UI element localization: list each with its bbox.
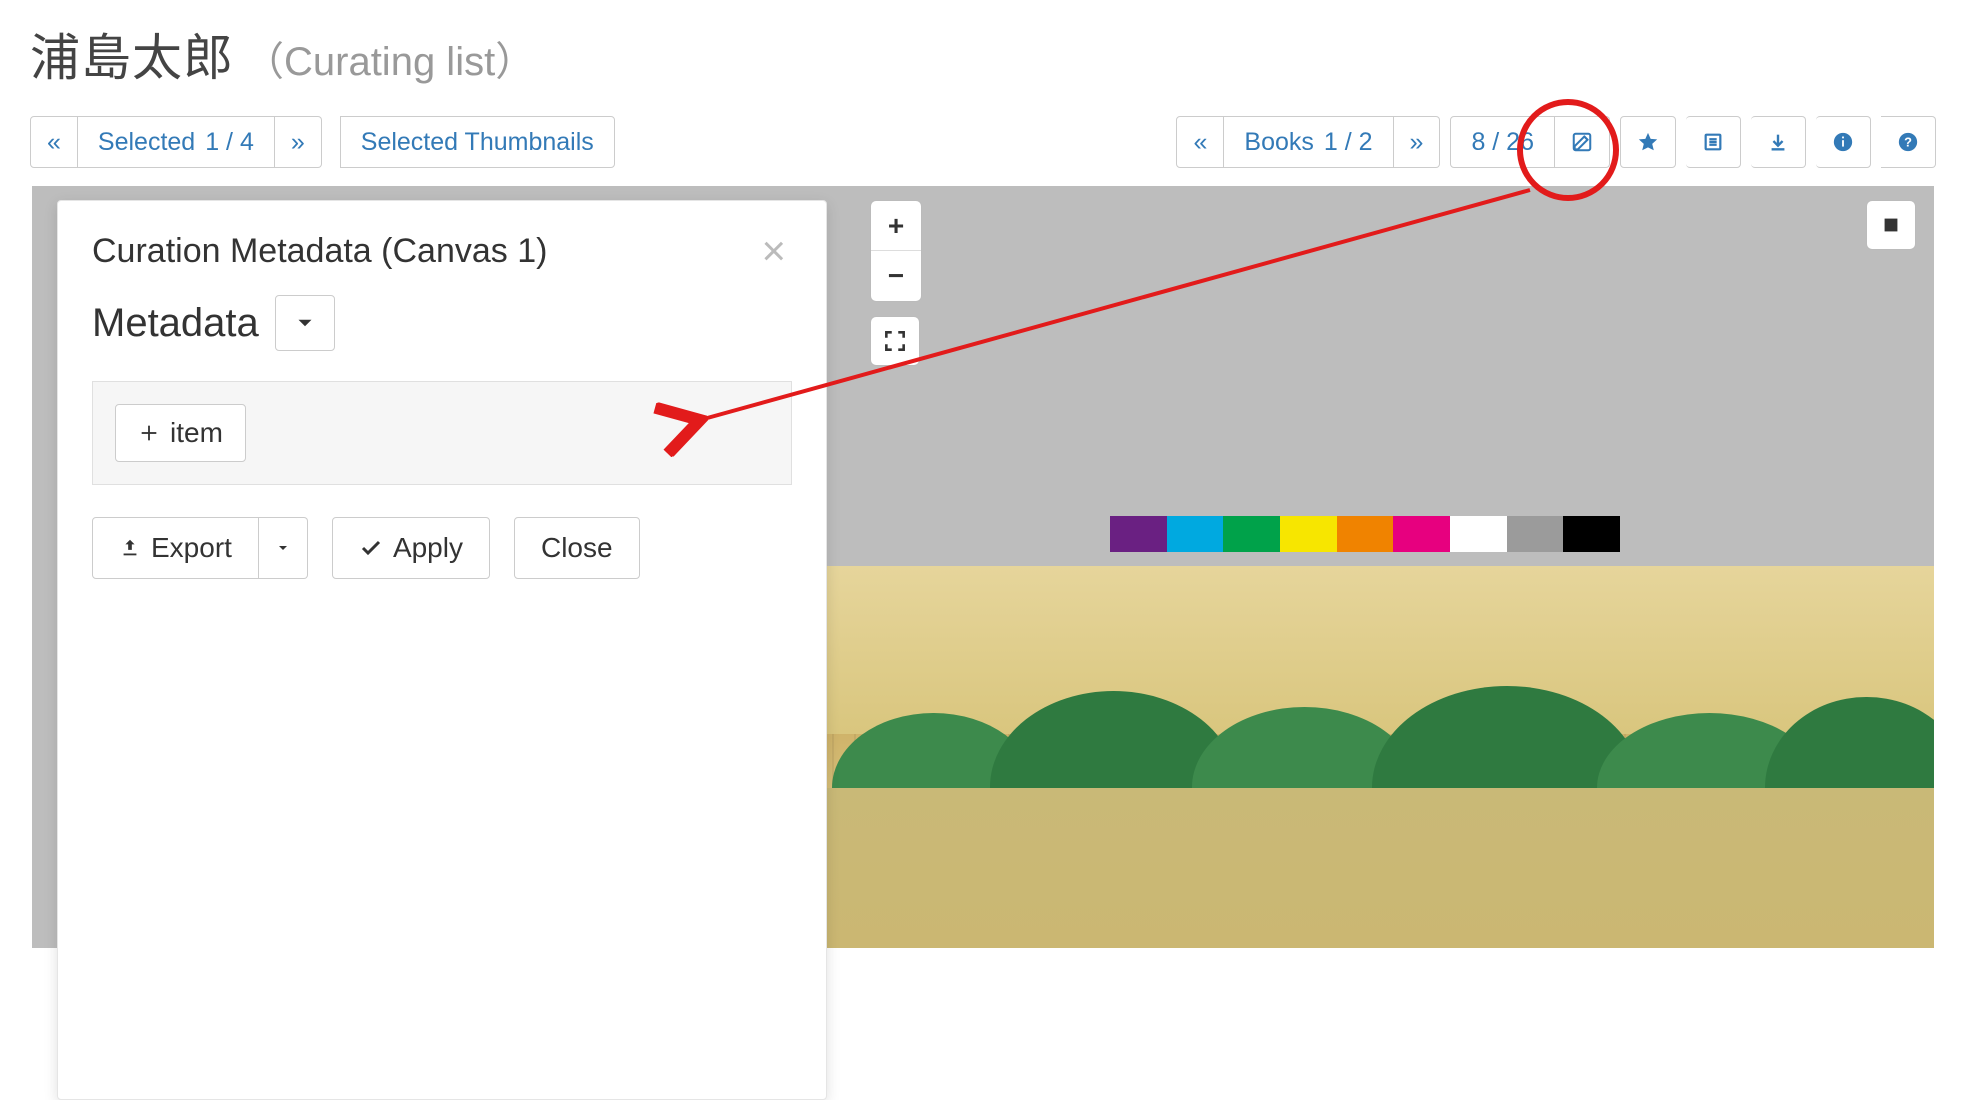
download-icon: [1767, 131, 1789, 153]
apply-label: Apply: [393, 532, 463, 564]
close-label: Close: [541, 532, 613, 564]
stop-button[interactable]: [1866, 200, 1916, 250]
edit-icon: [1571, 131, 1593, 153]
toolbar-left: « Selected 1 / 4 » Selected Thumbnails: [30, 116, 615, 168]
books-label: Books: [1244, 127, 1313, 157]
plus-icon: [138, 422, 160, 444]
close-icon: ×: [761, 227, 786, 274]
svg-text:?: ?: [1904, 135, 1912, 150]
thumbnails-group: Selected Thumbnails: [340, 116, 615, 168]
caret-down-icon: [275, 540, 291, 556]
selected-pager: « Selected 1 / 4 »: [30, 116, 322, 168]
apply-button[interactable]: Apply: [332, 517, 490, 579]
help-button[interactable]: ?: [1881, 116, 1936, 168]
list-icon: [1702, 131, 1724, 153]
metadata-collapse-toggle[interactable]: [275, 295, 335, 351]
selected-label: Selected: [98, 127, 195, 157]
selected-thumbnails-button[interactable]: Selected Thumbnails: [340, 116, 615, 168]
add-item-button[interactable]: item: [115, 404, 246, 462]
help-icon: ?: [1897, 131, 1919, 153]
zoom-in-button[interactable]: +: [871, 201, 921, 251]
export-button[interactable]: Export: [92, 517, 259, 579]
export-split-button: Export: [92, 517, 308, 579]
check-icon: [359, 536, 383, 560]
zoom-out-button[interactable]: −: [871, 251, 921, 301]
selected-status-button[interactable]: Selected 1 / 4: [78, 116, 275, 168]
caret-down-icon: [292, 310, 318, 336]
close-button[interactable]: Close: [514, 517, 640, 579]
edit-metadata-button[interactable]: [1555, 116, 1610, 168]
page-subtitle: （Curating list）: [244, 29, 535, 87]
scroll-painting: [810, 566, 1934, 948]
page-indicator-button[interactable]: 8 / 26: [1450, 116, 1555, 168]
books-count: 1 / 2: [1324, 127, 1373, 157]
star-icon: [1637, 131, 1659, 153]
selected-next-button[interactable]: »: [275, 116, 322, 168]
page-title: 浦島太郎: [30, 18, 234, 90]
selected-count: 1 / 4: [205, 127, 254, 157]
info-icon: [1832, 131, 1854, 153]
stop-icon: [1880, 214, 1902, 236]
metadata-items-box: item: [92, 381, 792, 485]
selected-prev-button[interactable]: «: [30, 116, 78, 168]
viewer-controls: + −: [870, 200, 922, 366]
books-status-button[interactable]: Books 1 / 2: [1224, 116, 1393, 168]
toolbar-right: « Books 1 / 2 » 8 / 26 ?: [1176, 116, 1936, 168]
books-prev-button[interactable]: «: [1176, 116, 1224, 168]
panel-title: Curation Metadata (Canvas 1): [92, 232, 547, 271]
fullscreen-icon: [882, 328, 908, 354]
download-button[interactable]: [1751, 116, 1806, 168]
export-label: Export: [151, 532, 232, 564]
books-pager: « Books 1 / 2 »: [1176, 116, 1440, 168]
add-item-label: item: [170, 417, 223, 449]
color-calibration-bar: [1110, 516, 1620, 552]
zoom-group: + −: [870, 200, 922, 302]
list-button[interactable]: [1686, 116, 1741, 168]
panel-close-button[interactable]: ×: [755, 229, 792, 273]
favorite-button[interactable]: [1620, 116, 1676, 168]
metadata-section-label: Metadata: [92, 301, 259, 346]
curation-metadata-panel: Curation Metadata (Canvas 1) × Metadata …: [57, 200, 827, 1100]
fullscreen-button[interactable]: [870, 316, 920, 366]
page-title-row: 浦島太郎 （Curating list）: [30, 18, 535, 90]
page-and-edit: 8 / 26: [1450, 116, 1610, 168]
info-button[interactable]: [1816, 116, 1871, 168]
books-next-button[interactable]: »: [1394, 116, 1441, 168]
export-icon: [119, 537, 141, 559]
export-dropdown-button[interactable]: [259, 517, 308, 579]
